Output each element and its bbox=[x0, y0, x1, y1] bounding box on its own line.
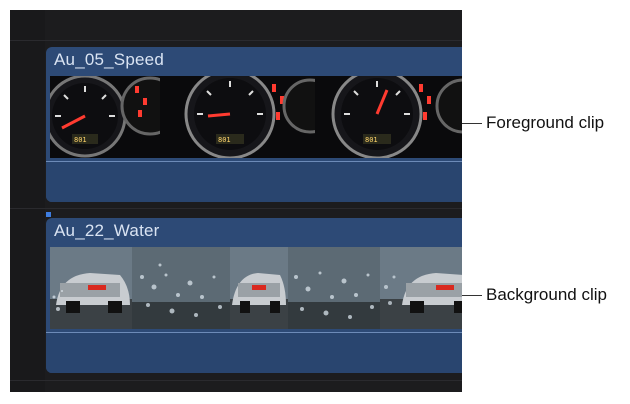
foreground-clip[interactable]: Au_05_Speed 801 801 801 bbox=[46, 47, 462, 202]
timeline-panel: Au_05_Speed 801 801 801 Au_22_Water bbox=[10, 10, 462, 392]
foreground-callout: Foreground clip bbox=[462, 113, 604, 133]
clip-title: Au_05_Speed bbox=[54, 50, 164, 69]
track-separator bbox=[10, 40, 462, 41]
thumbnail-frame: 801 bbox=[50, 76, 160, 158]
callout-line bbox=[462, 294, 482, 296]
thumbnail-frame: 801 bbox=[315, 76, 462, 158]
svg-text:801: 801 bbox=[365, 136, 378, 144]
background-clip[interactable]: Au_22_Water bbox=[46, 218, 462, 373]
svg-text:801: 801 bbox=[74, 136, 87, 144]
filmstrip-background bbox=[50, 247, 462, 329]
svg-text:801: 801 bbox=[218, 136, 231, 144]
timeline-left-gutter bbox=[10, 10, 45, 392]
thumbnail-frame bbox=[288, 247, 380, 329]
clip-title: Au_22_Water bbox=[54, 221, 160, 240]
thumbnail-frame bbox=[132, 247, 230, 329]
callout-label: Foreground clip bbox=[486, 113, 605, 132]
thumbnail-frame: 801 bbox=[160, 76, 315, 158]
callout-line bbox=[462, 122, 482, 124]
callout-label: Background clip bbox=[486, 285, 607, 304]
track-separator bbox=[10, 380, 462, 381]
track-separator bbox=[10, 208, 462, 209]
clip-audio-area bbox=[46, 162, 462, 202]
filmstrip-foreground: 801 801 801 bbox=[50, 76, 462, 158]
background-callout: Background clip bbox=[462, 285, 607, 305]
thumbnail-frame bbox=[50, 247, 132, 329]
connection-marker bbox=[46, 212, 51, 217]
thumbnail-frame bbox=[230, 247, 288, 329]
thumbnail-frame bbox=[380, 247, 462, 329]
clip-audio-area bbox=[46, 333, 462, 373]
